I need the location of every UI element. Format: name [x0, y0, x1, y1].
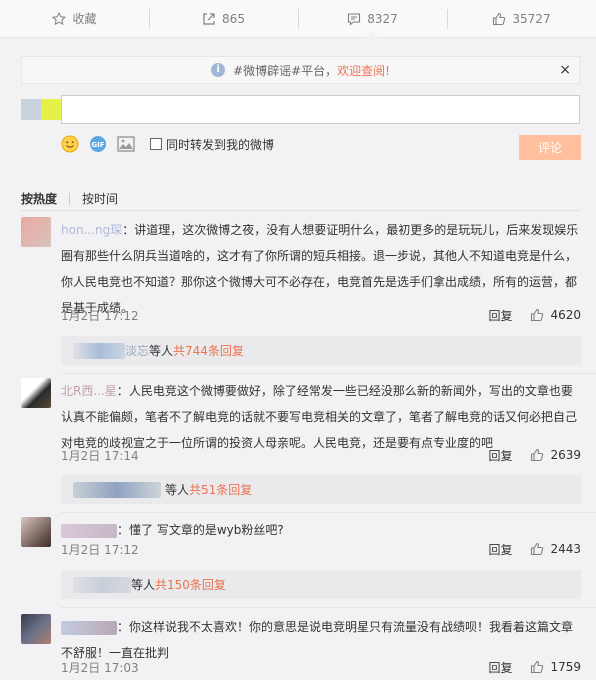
- reply-etc: 等人: [165, 483, 190, 497]
- share-icon: [203, 12, 215, 25]
- reply-etc: 等人: [149, 344, 174, 358]
- forward-button[interactable]: 865: [149, 0, 298, 37]
- reply-avatar-blur: [73, 481, 161, 498]
- favorite-button[interactable]: 收藏: [0, 0, 149, 37]
- comment-count: 8327: [367, 11, 398, 26]
- notice-bar: i #微博辟谣#平台， 欢迎查阅! ×: [21, 56, 580, 84]
- like-button[interactable]: 35727: [447, 0, 596, 37]
- divider: [61, 373, 596, 374]
- divider: [61, 607, 596, 608]
- reply-avatar-blur: [73, 342, 125, 359]
- close-icon[interactable]: ×: [559, 62, 571, 78]
- comment-icon: [348, 12, 361, 26]
- comment-input[interactable]: [61, 95, 580, 124]
- colon: ：: [117, 620, 130, 634]
- reply-etc: 等人: [131, 578, 156, 592]
- avatar[interactable]: [21, 614, 51, 644]
- reply-count-link[interactable]: 共744条回复: [173, 342, 244, 359]
- comment-button[interactable]: 8327: [298, 0, 447, 38]
- forward-checkbox[interactable]: [150, 138, 162, 150]
- reply-button[interactable]: 回复: [488, 659, 512, 676]
- colon: ：: [122, 223, 135, 237]
- gif-icon[interactable]: GIF: [88, 134, 108, 154]
- tab-divider: [69, 192, 71, 205]
- comment-like-button[interactable]: 2639: [530, 448, 581, 462]
- replies-summary[interactable]: 等人 共51条回复: [61, 475, 581, 504]
- avatar[interactable]: [21, 217, 51, 247]
- tab-sort-hot[interactable]: 按热度: [21, 190, 57, 207]
- comment-like-count: 4620: [550, 308, 581, 322]
- favorite-label: 收藏: [72, 12, 97, 26]
- thumbs-up-icon: [531, 660, 544, 674]
- reply-count-link[interactable]: 共51条回复: [189, 481, 252, 498]
- comment-meta: 1月2日 17:12 回复 4620: [61, 305, 581, 325]
- notice-text: #微博辟谣#平台，: [233, 63, 338, 78]
- comment-meta: 1月2日 17:14 回复 2639: [61, 445, 581, 465]
- comment-time: 1月2日 17:03: [61, 660, 139, 675]
- my-avatar: [21, 99, 61, 120]
- comment-like-count: 2443: [550, 542, 581, 556]
- comment-text: 讲道理，这次微博之夜，没有人想要证明什么，最初更多的是玩玩儿，后来发现娱乐圈有那…: [61, 223, 579, 315]
- comment-time: 1月2日 17:12: [61, 542, 139, 557]
- colon: ：: [117, 523, 130, 537]
- forward-label: 同时转发到我的微博: [166, 137, 275, 152]
- tab-sort-time[interactable]: 按时间: [82, 190, 118, 207]
- comment-time: 1月2日 17:14: [61, 448, 139, 463]
- comment-time: 1月2日 17:12: [61, 308, 139, 323]
- thumbs-up-icon: [531, 542, 544, 556]
- comment-username[interactable]: hon...ng琛: [61, 223, 122, 237]
- action-bar: 收藏 865 8327 35727: [0, 0, 596, 38]
- comment-text: 人民电竞这个微博要做好，除了经常发一些已经没那么新的新闻外，写出的文章也要认真不…: [61, 384, 578, 450]
- avatar[interactable]: [21, 378, 51, 408]
- reply-username: 淡忘: [125, 344, 150, 358]
- divider: [61, 512, 596, 513]
- comment-like-button[interactable]: 4620: [530, 308, 581, 322]
- thumbs-up-icon: [531, 448, 544, 462]
- avatar[interactable]: [21, 517, 51, 547]
- comment-like-count: 2639: [550, 448, 581, 462]
- reply-count-link[interactable]: 共150条回复: [155, 576, 226, 593]
- replies-summary[interactable]: 等人 共150条回复: [61, 570, 581, 599]
- svg-text:GIF: GIF: [91, 141, 104, 149]
- active-caret: [365, 31, 380, 38]
- comment-like-count: 1759: [550, 660, 581, 674]
- comment-username-blur[interactable]: [61, 620, 117, 635]
- reply-button[interactable]: 回复: [488, 541, 512, 558]
- reply-avatar-blur: [73, 576, 131, 593]
- image-icon[interactable]: [116, 134, 136, 154]
- colon: ：: [116, 384, 129, 398]
- divider: [21, 210, 580, 211]
- reply-button[interactable]: 回复: [488, 447, 512, 464]
- comment-username[interactable]: 北R西...星: [61, 384, 117, 398]
- sort-tabs: 按热度 按时间: [21, 190, 118, 207]
- notice-link[interactable]: 欢迎查阅!: [337, 62, 390, 79]
- composer-tools: GIF 同时转发到我的微博: [60, 133, 274, 155]
- star-icon: [52, 11, 67, 25]
- reply-button[interactable]: 回复: [488, 307, 512, 324]
- comment-text: 懂了 写文章的是wyb粉丝吧?: [129, 523, 284, 537]
- thumbs-up-icon: [493, 12, 506, 25]
- like-count: 35727: [512, 11, 551, 26]
- replies-summary[interactable]: 淡忘 等人 共744条回复: [61, 336, 581, 365]
- comment-username-blur[interactable]: [61, 523, 117, 538]
- comment-text: 你这样说我不太喜欢！你的意思是说电竞明星只有流量没有战绩呗！我看着这篇文章不舒服…: [61, 620, 574, 660]
- comment-like-button[interactable]: 2443: [530, 542, 581, 556]
- comment-like-button[interactable]: 1759: [530, 660, 581, 674]
- thumbs-up-icon: [531, 308, 544, 322]
- info-icon: i: [211, 63, 226, 77]
- emoji-icon[interactable]: [60, 134, 80, 154]
- comment-meta: 1月2日 17:12 回复 2443: [61, 539, 581, 559]
- forward-count: 865: [222, 11, 245, 26]
- comment-meta: 1月2日 17:03 回复 1759: [61, 657, 581, 677]
- submit-comment-button[interactable]: 评论: [519, 135, 581, 160]
